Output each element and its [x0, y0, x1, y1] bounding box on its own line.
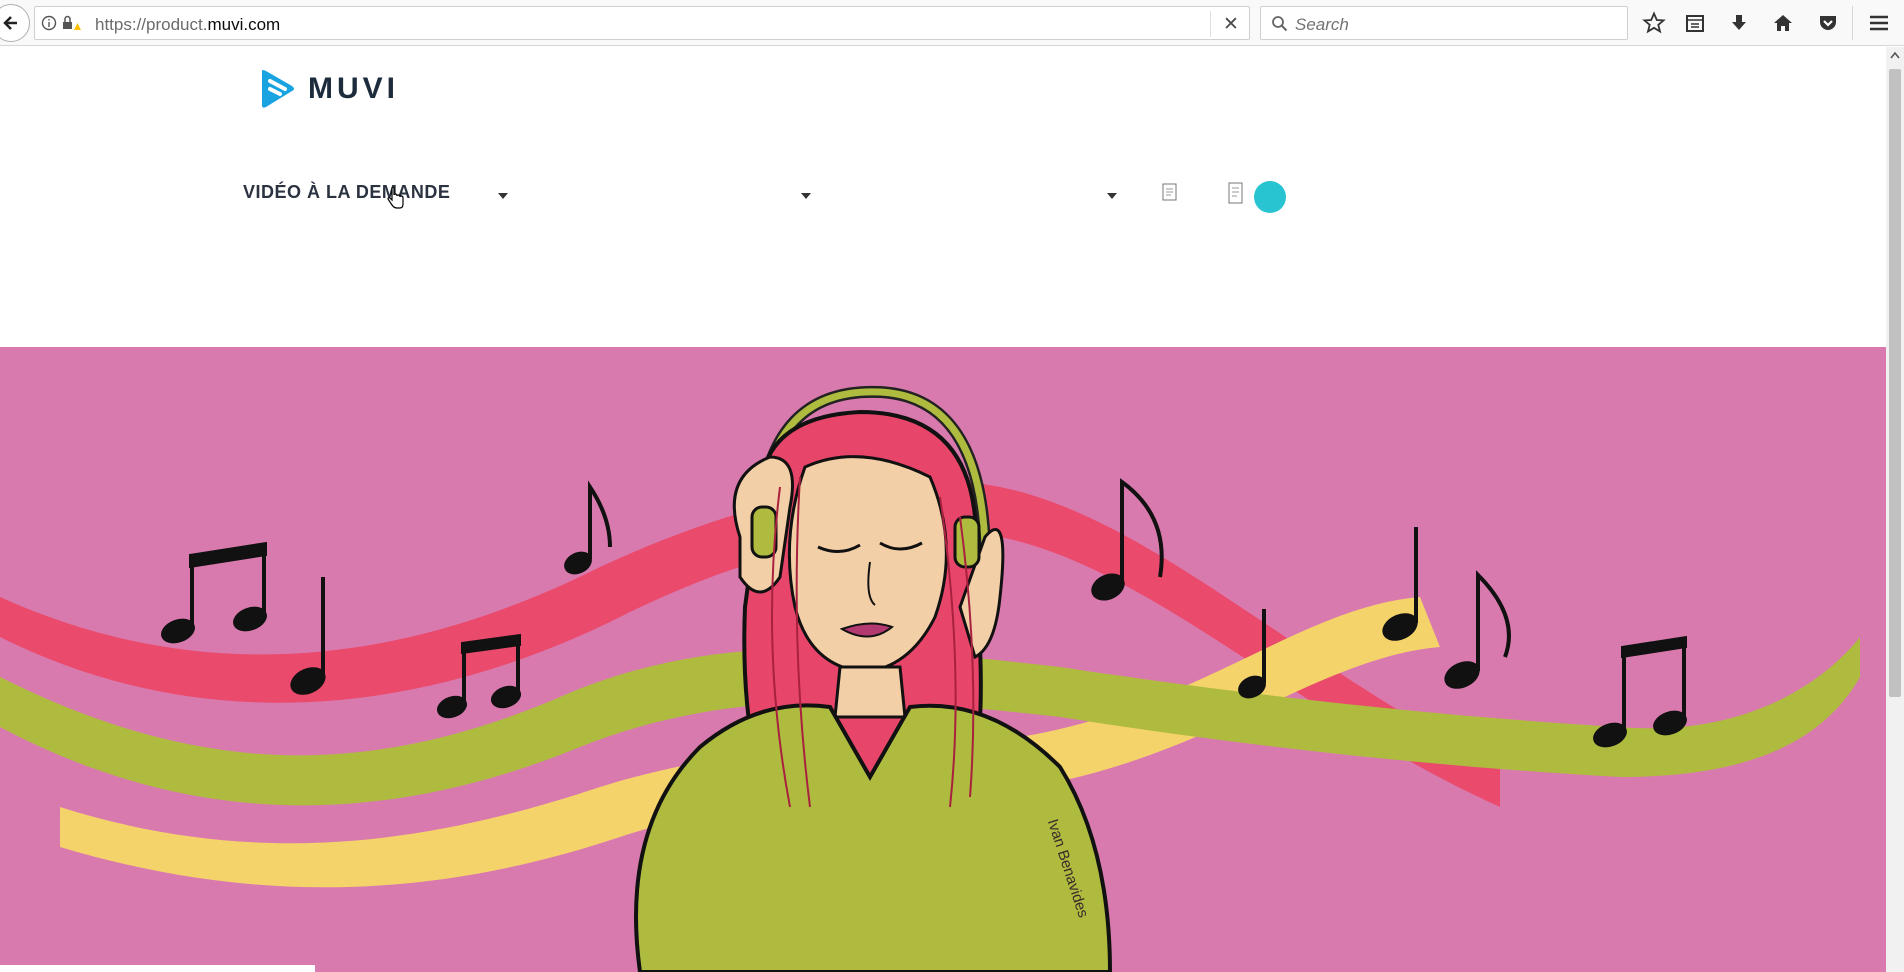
- logo-text: MUVI: [308, 72, 399, 105]
- avatar[interactable]: [1254, 181, 1286, 213]
- search-icon: [1272, 16, 1288, 32]
- pocket-icon[interactable]: [1815, 10, 1841, 36]
- caret-down-icon[interactable]: [1107, 193, 1117, 199]
- url-prefix: https://product.: [95, 15, 208, 34]
- hero-banner[interactable]: Ivan Benavides: [0, 347, 1886, 972]
- back-arrow-icon: [3, 16, 17, 30]
- hamburger-menu-icon[interactable]: [1866, 10, 1892, 36]
- web-page: MUVI VIDÉO À LA DEMANDE Ivan Benavides: [0, 47, 1886, 972]
- browser-toolbar: https://product.muvi.com ✕ Search: [0, 0, 1904, 46]
- page-scrollbar[interactable]: [1886, 47, 1904, 972]
- site-logo[interactable]: MUVI: [258, 67, 399, 111]
- reading-list-icon[interactable]: [1682, 10, 1708, 36]
- back-button[interactable]: [0, 4, 30, 42]
- download-icon[interactable]: [1726, 10, 1752, 36]
- caret-down-icon[interactable]: [498, 193, 508, 199]
- muvi-logo-icon: [262, 70, 294, 108]
- clear-url-button[interactable]: ✕: [1223, 13, 1239, 36]
- broken-image-icon[interactable]: [1228, 182, 1244, 204]
- info-icon[interactable]: [41, 15, 57, 31]
- bottom-strip: [0, 965, 315, 972]
- broken-image-icon[interactable]: [1162, 182, 1178, 202]
- bookmark-star-icon[interactable]: [1641, 10, 1667, 36]
- toolbar-divider: [1852, 6, 1853, 40]
- url-host: muvi.com: [207, 15, 281, 34]
- url-text: https://product.muvi.com: [95, 15, 280, 35]
- url-divider: [1210, 11, 1211, 37]
- nav-video-on-demand[interactable]: VIDÉO À LA DEMANDE: [243, 182, 450, 203]
- url-bar[interactable]: https://product.muvi.com ✕: [34, 6, 1250, 40]
- mouse-cursor-icon: [387, 187, 404, 209]
- search-placeholder: Search: [1295, 15, 1349, 34]
- scroll-up-icon[interactable]: [1890, 51, 1900, 59]
- browser-search[interactable]: Search: [1260, 6, 1628, 40]
- home-icon[interactable]: [1770, 10, 1796, 36]
- caret-down-icon[interactable]: [801, 193, 811, 199]
- lock-warning-icon[interactable]: [61, 15, 81, 31]
- scrollbar-thumb[interactable]: [1889, 69, 1901, 697]
- banner-illustration: [0, 385, 1860, 972]
